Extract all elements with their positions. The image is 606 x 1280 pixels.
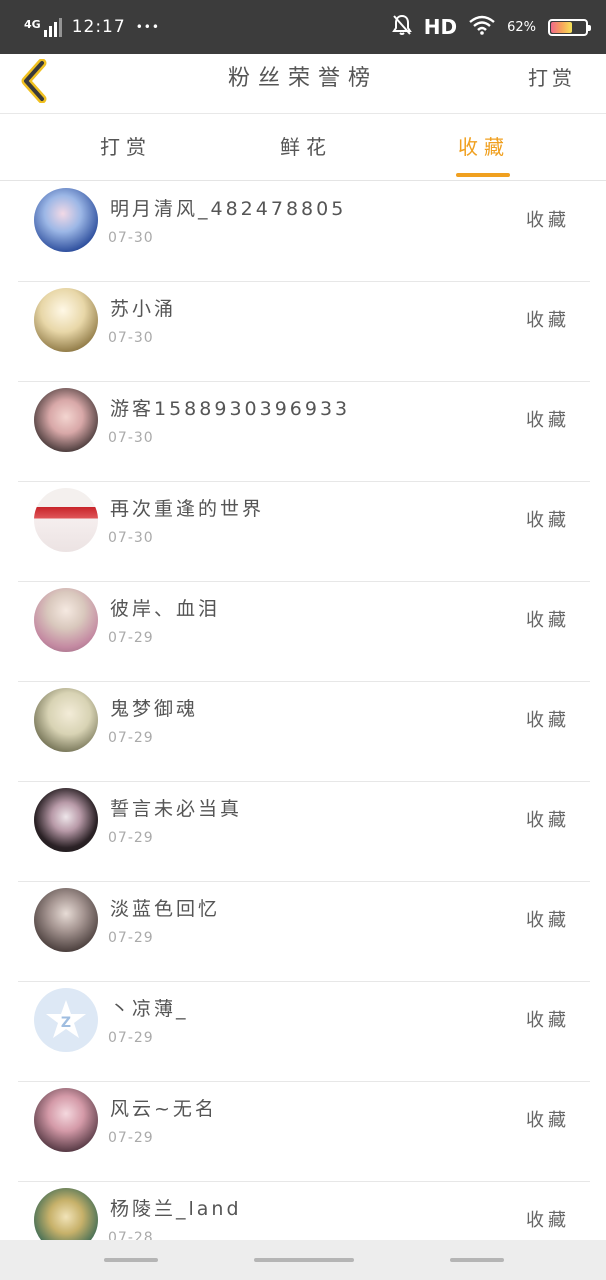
list-item[interactable]: 彼岸、血泪 07-29 收藏 [18, 582, 590, 682]
date: 07-28 [108, 1230, 154, 1240]
date: 07-30 [108, 430, 154, 446]
list-item[interactable]: 游客1588930396933 07-30 收藏 [18, 382, 590, 482]
avatar[interactable] [34, 1088, 98, 1152]
action-type: 收藏 [526, 1210, 570, 1231]
list-item[interactable]: 明月清风_482478805 07-30 收藏 [18, 182, 590, 282]
list-item[interactable]: 苏小涌 07-30 收藏 [18, 282, 590, 382]
avatar[interactable] [34, 788, 98, 852]
avatar[interactable] [34, 588, 98, 652]
status-left: 4G 12:17 ••• [24, 17, 160, 37]
list-item[interactable]: 风云~无名 07-29 收藏 [18, 1082, 590, 1182]
network-type: 4G [24, 18, 41, 31]
home-button[interactable] [254, 1258, 354, 1262]
date: 07-29 [108, 1130, 154, 1146]
tab-bar: 打赏 鲜花 收藏 [0, 115, 606, 181]
action-type: 收藏 [526, 310, 570, 331]
status-bar: 4G 12:17 ••• HD 62% [0, 0, 606, 54]
action-type: 收藏 [526, 210, 570, 231]
action-type: 收藏 [526, 910, 570, 931]
page-title: 粉丝荣誉榜 [227, 66, 378, 91]
tab-favorites[interactable]: 收藏 [424, 131, 544, 160]
list-item[interactable]: 誓言未必当真 07-29 收藏 [18, 782, 590, 882]
signal-icon: 4G [24, 17, 62, 37]
title-bar: 粉丝荣誉榜 打赏 [0, 54, 606, 114]
mute-bell-icon [391, 14, 412, 40]
navigation-bar [0, 1240, 606, 1280]
date: 07-30 [108, 230, 154, 246]
avatar[interactable] [34, 288, 98, 352]
list-item[interactable]: 再次重逢的世界 07-30 收藏 [18, 482, 590, 582]
wifi-icon [469, 15, 495, 39]
user-name: 杨陵兰_land [110, 1198, 242, 1220]
clock: 12:17 [71, 17, 126, 37]
battery-level [551, 21, 573, 33]
user-name: 苏小涌 [110, 298, 177, 320]
reward-button[interactable]: 打赏 [528, 62, 576, 91]
date: 07-30 [108, 330, 154, 346]
tab-flowers[interactable]: 鲜花 [246, 131, 366, 160]
active-tab-indicator [456, 173, 510, 177]
fan-list[interactable]: 明月清风_482478805 07-30 收藏 苏小涌 07-30 收藏 游客1… [0, 182, 606, 1240]
back-nav-button[interactable] [450, 1258, 504, 1262]
avatar[interactable] [34, 688, 98, 752]
date: 07-29 [108, 730, 154, 746]
list-item[interactable]: 杨陵兰_land 07-28 收藏 [18, 1182, 590, 1240]
action-type: 收藏 [526, 510, 570, 531]
recent-apps-button[interactable] [104, 1258, 158, 1262]
user-name: 誓言未必当真 [110, 798, 243, 820]
battery-icon [548, 18, 591, 36]
tab-reward[interactable]: 打赏 [66, 131, 186, 160]
user-name: 丶凉薄_ [110, 998, 189, 1020]
user-name: 淡蓝色回忆 [110, 898, 221, 920]
qq-default-avatar-icon[interactable]: Z [34, 988, 98, 1052]
avatar[interactable] [34, 888, 98, 952]
list-item[interactable]: 淡蓝色回忆 07-29 收藏 [18, 882, 590, 982]
avatar[interactable] [34, 388, 98, 452]
action-type: 收藏 [526, 610, 570, 631]
user-name: 风云~无名 [110, 1098, 217, 1120]
battery-percent: 62% [507, 19, 536, 35]
action-type: 收藏 [526, 710, 570, 731]
date: 07-30 [108, 530, 154, 546]
user-name: 彼岸、血泪 [110, 598, 221, 620]
date: 07-29 [108, 830, 154, 846]
avatar[interactable] [34, 188, 98, 252]
action-type: 收藏 [526, 810, 570, 831]
action-type: 收藏 [526, 410, 570, 431]
user-name: 游客1588930396933 [110, 398, 351, 420]
action-type: 收藏 [526, 1010, 570, 1031]
date: 07-29 [108, 630, 154, 646]
action-type: 收藏 [526, 1110, 570, 1131]
more-dots: ••• [135, 20, 160, 34]
avatar[interactable] [34, 1188, 98, 1240]
hd-indicator: HD [423, 15, 458, 39]
avatar[interactable] [34, 488, 98, 552]
user-name: 鬼梦御魂 [110, 698, 199, 720]
list-item[interactable]: Z 丶凉薄_ 07-29 收藏 [18, 982, 590, 1082]
user-name: 再次重逢的世界 [110, 498, 265, 520]
svg-text:Z: Z [61, 1015, 71, 1031]
status-right: HD 62% [391, 14, 591, 40]
date: 07-29 [108, 1030, 154, 1046]
date: 07-29 [108, 930, 154, 946]
user-name: 明月清风_482478805 [110, 198, 347, 220]
list-item[interactable]: 鬼梦御魂 07-29 收藏 [18, 682, 590, 782]
